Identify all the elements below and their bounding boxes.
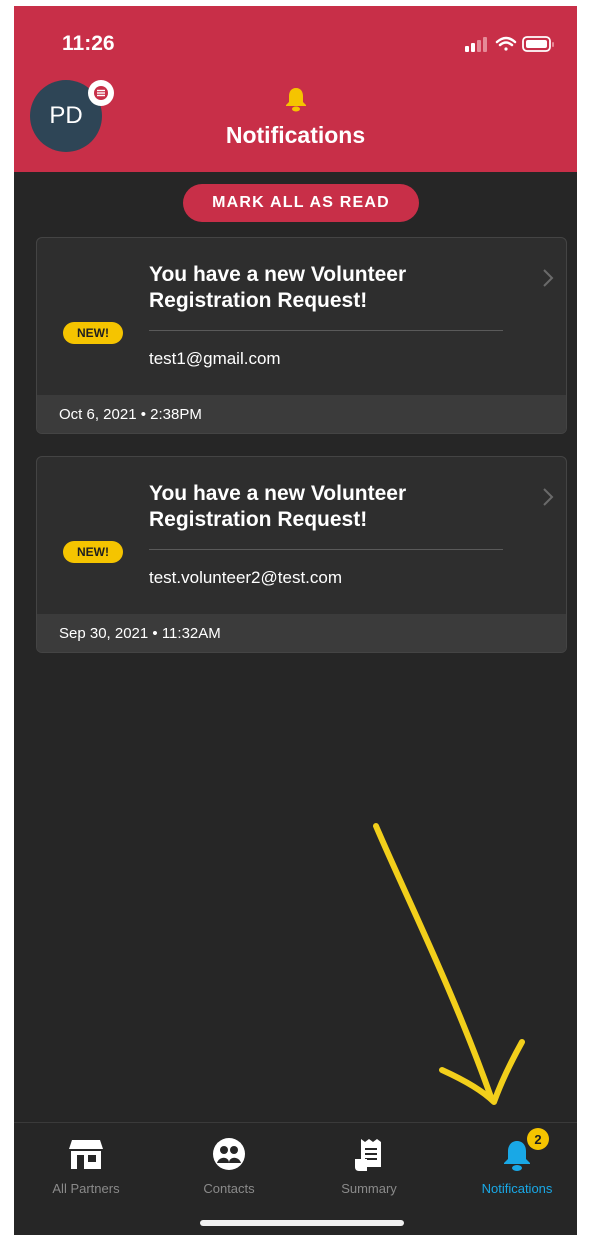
tab-label: Notifications xyxy=(481,1181,553,1196)
tab-bar: All Partners Contacts Summary 2 Notifica… xyxy=(14,1122,577,1235)
chevron-right-icon xyxy=(543,488,554,506)
chevron-right-icon xyxy=(543,269,554,287)
menu-icon[interactable] xyxy=(88,80,114,106)
notification-card[interactable]: NEW! You have a new Volunteer Registrati… xyxy=(36,237,567,434)
contacts-icon xyxy=(213,1138,245,1170)
tab-all-partners[interactable]: All Partners xyxy=(16,1123,156,1203)
notification-timestamp: Oct 6, 2021 • 2:38PM xyxy=(37,395,566,433)
notification-title: You have a new Volunteer Registration Re… xyxy=(149,263,407,312)
tab-contacts[interactable]: Contacts xyxy=(159,1123,299,1203)
notification-count-badge: 2 xyxy=(527,1128,549,1150)
tab-label: Contacts xyxy=(203,1181,255,1196)
bell-icon xyxy=(286,88,306,112)
new-badge: NEW! xyxy=(63,322,123,344)
page-title: Notifications xyxy=(225,122,366,148)
status-time: 11:26 xyxy=(62,32,115,55)
header-bar: 11:26 PD Notifications xyxy=(14,6,577,172)
phone-screen: 11:26 PD Notifications MARK ALL AS READ … xyxy=(14,6,577,1235)
home-indicator[interactable] xyxy=(200,1220,404,1226)
tab-notifications[interactable]: 2 Notifications xyxy=(447,1123,577,1203)
tab-label: Summary xyxy=(341,1181,397,1196)
battery-icon xyxy=(522,36,554,52)
summary-icon xyxy=(355,1139,381,1171)
signal-icon xyxy=(465,37,487,52)
divider xyxy=(149,330,503,331)
notification-email: test.volunteer2@test.com xyxy=(149,568,343,587)
tab-label: All Partners xyxy=(52,1181,120,1196)
divider xyxy=(149,549,503,550)
hamburger-icon xyxy=(94,86,108,100)
annotation-arrow xyxy=(373,823,525,1105)
notification-timestamp: Sep 30, 2021 • 11:32AM xyxy=(37,614,566,652)
wifi-icon xyxy=(495,36,517,51)
new-badge: NEW! xyxy=(63,541,123,563)
notification-email: test1@gmail.com xyxy=(149,349,281,368)
status-icons xyxy=(465,36,554,52)
notification-title: You have a new Volunteer Registration Re… xyxy=(149,482,407,531)
mark-all-read-button[interactable]: MARK ALL AS READ xyxy=(183,184,419,222)
storefront-icon xyxy=(69,1140,103,1169)
notification-card[interactable]: NEW! You have a new Volunteer Registrati… xyxy=(36,456,567,653)
tab-summary[interactable]: Summary xyxy=(299,1123,439,1203)
